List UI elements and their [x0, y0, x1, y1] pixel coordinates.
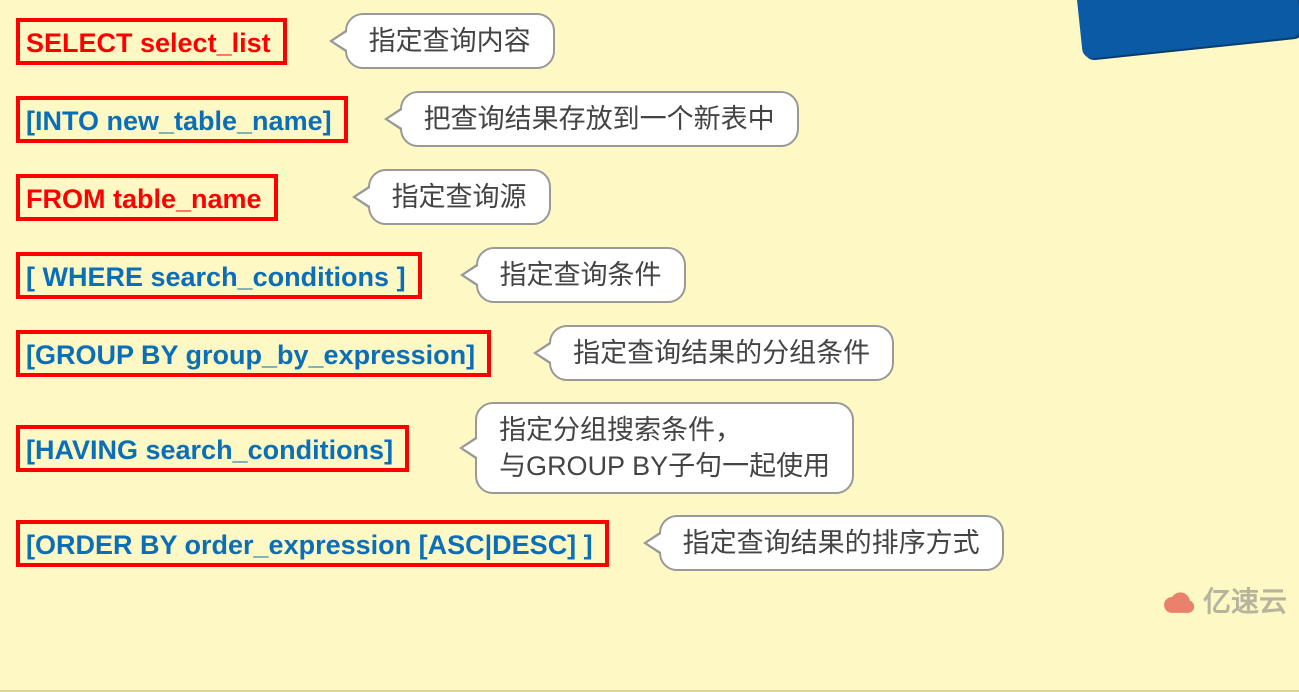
diagram-row: [GROUP BY group_by_expression] 指定查询结果的分组条… [16, 320, 1299, 386]
cloud-logo-icon [1157, 584, 1197, 616]
description-bubble: 指定查询条件 [476, 247, 686, 303]
description-bubble: 指定查询结果的分组条件 [549, 325, 894, 381]
diagram-row: [HAVING search_conditions] 指定分组搜索条件，与GROU… [16, 398, 1299, 498]
sql-clause-box: FROM table_name [16, 174, 278, 221]
sql-clause-text: [HAVING search_conditions] [26, 435, 393, 465]
sql-clause-text: [INTO new_table_name] [26, 106, 332, 136]
sql-clause-box: SELECT select_list [16, 18, 287, 65]
sql-clause-text: [ WHERE search_conditions ] [26, 262, 406, 292]
diagram-rows: SELECT select_list 指定查询内容 [INTO new_table_… [0, 8, 1299, 576]
description-bubble: 指定分组搜索条件，与GROUP BY子句一起使用 [475, 402, 854, 495]
watermark-text: 亿速云 [1203, 580, 1287, 620]
sql-clause-box: [GROUP BY group_by_expression] [16, 330, 491, 377]
diagram-row: [ WHERE search_conditions ] 指定查询条件 [16, 242, 1299, 308]
sql-clause-box: [INTO new_table_name] [16, 96, 348, 143]
watermark: 亿速云 [1157, 580, 1287, 620]
description-bubble: 把查询结果存放到一个新表中 [400, 91, 799, 147]
diagram-row: FROM table_name 指定查询源 [16, 164, 1299, 230]
description-bubble: 指定查询结果的排序方式 [659, 515, 1004, 571]
sql-clause-text: [GROUP BY group_by_expression] [26, 340, 475, 370]
description-bubble: 指定查询源 [368, 169, 551, 225]
sql-clause-text: SELECT select_list [26, 28, 271, 58]
diagram-row: [INTO new_table_name] 把查询结果存放到一个新表中 [16, 86, 1299, 152]
diagram-row: [ORDER BY order_expression [ASC|DESC] ] 指… [16, 510, 1299, 576]
description-bubble: 指定查询内容 [345, 13, 555, 69]
sql-clause-box: [ WHERE search_conditions ] [16, 252, 422, 299]
sql-clause-box: [HAVING search_conditions] [16, 425, 409, 472]
sql-clause-text: FROM table_name [26, 184, 262, 214]
sql-clause-text: [ORDER BY order_expression [ASC|DESC] ] [26, 530, 593, 560]
sql-clause-box: [ORDER BY order_expression [ASC|DESC] ] [16, 520, 609, 567]
diagram-row: SELECT select_list 指定查询内容 [16, 8, 1299, 74]
